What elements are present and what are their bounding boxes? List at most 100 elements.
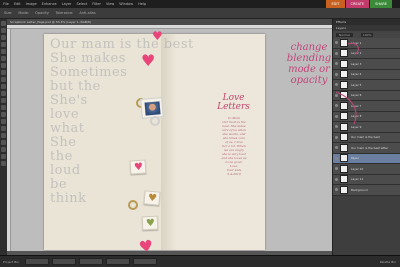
menu-file[interactable]: File bbox=[3, 0, 9, 8]
photo-editor-window: File Edit Image Enhance Layer Select Fil… bbox=[0, 0, 400, 267]
clone-stamp-tool-icon[interactable] bbox=[1, 119, 6, 124]
bin-thumbnail[interactable] bbox=[133, 258, 158, 265]
zoom-tool-icon[interactable] bbox=[1, 28, 6, 33]
layer-name: Our mam is the best bbox=[351, 135, 380, 140]
title-line-2: Letters bbox=[217, 102, 250, 112]
heart-icon: ♥ bbox=[133, 161, 144, 174]
typed-letter: To Mom Our mom is the best. She takes ca… bbox=[210, 116, 258, 176]
layer-thumbnail bbox=[340, 164, 348, 173]
blend-mode-select[interactable]: Normal bbox=[336, 32, 353, 37]
toolbox bbox=[0, 19, 7, 255]
option-opacity[interactable]: Opacity: bbox=[35, 11, 49, 15]
menu-bar: File Edit Image Enhance Layer Select Fil… bbox=[0, 0, 400, 8]
heart-tag: ♥ bbox=[141, 215, 159, 231]
option-mode[interactable]: Mode: bbox=[18, 11, 29, 15]
layer-name: Layer 10 bbox=[351, 166, 364, 171]
opacity-field[interactable]: 100% bbox=[360, 32, 374, 37]
layer-thumbnail bbox=[340, 185, 348, 194]
menu-window[interactable]: Window bbox=[119, 0, 133, 8]
bin-thumbnail[interactable] bbox=[25, 258, 50, 265]
layers-options-row: Normal 100% bbox=[333, 31, 400, 38]
pink-heart-icon: ♥ bbox=[141, 51, 156, 70]
paint-bucket-tool-icon[interactable] bbox=[1, 140, 6, 145]
option-tolerance[interactable]: Tolerance: bbox=[55, 11, 73, 15]
layer-row[interactable]: Layer 11 bbox=[333, 174, 400, 185]
option-anti-alias[interactable]: Anti-alias bbox=[79, 11, 95, 15]
menu-help[interactable]: Help bbox=[138, 0, 146, 8]
handwriting-line: Our mam is the best bbox=[50, 37, 194, 52]
visibility-eye-icon[interactable] bbox=[335, 156, 338, 160]
handwriting-line: be bbox=[50, 177, 68, 192]
tab-edit[interactable]: EDIT bbox=[326, 0, 345, 8]
handwriting-line: She bbox=[50, 135, 77, 150]
ruler-horizontal bbox=[7, 25, 332, 29]
lasso-tool-icon[interactable] bbox=[1, 56, 6, 61]
ring-embellishment bbox=[128, 200, 138, 210]
tab-share[interactable]: SHARE bbox=[370, 0, 392, 8]
layer-row[interactable]: Our mam is the best bbox=[333, 132, 400, 143]
layer-name: Background bbox=[351, 187, 368, 192]
layer-name: Our mam is the best letter bbox=[351, 145, 389, 150]
visibility-eye-icon[interactable] bbox=[335, 146, 338, 150]
cookie-cutter-tool-icon[interactable] bbox=[1, 91, 6, 96]
menu-enhance[interactable]: Enhance bbox=[42, 0, 57, 8]
bin-thumbnail[interactable] bbox=[52, 258, 77, 265]
marquee-tool-icon[interactable] bbox=[1, 49, 6, 54]
heart-icon: ♥ bbox=[147, 192, 158, 205]
bin-thumbnail[interactable] bbox=[79, 258, 104, 265]
menu-edit[interactable]: Edit bbox=[14, 0, 21, 8]
love-letters-title: Love Letters bbox=[206, 94, 261, 112]
hand-tool-icon[interactable] bbox=[1, 35, 6, 40]
annotation-text: change blending mode or opacity bbox=[278, 42, 340, 86]
palette-bin-label[interactable]: Palette Bin bbox=[380, 260, 396, 264]
visibility-eye-icon[interactable] bbox=[335, 177, 338, 181]
healing-brush-tool-icon[interactable] bbox=[1, 112, 6, 117]
handwriting-line: but the bbox=[50, 79, 101, 94]
menu-filter[interactable]: Filter bbox=[92, 0, 101, 8]
pink-heart-icon: ♥ bbox=[152, 29, 163, 43]
type-tool-icon[interactable] bbox=[1, 77, 6, 82]
tool-options-bar: Size: Mode: Opacity: Tolerance: Anti-ali… bbox=[0, 8, 400, 19]
project-bin-label[interactable]: Project Bin bbox=[3, 260, 19, 264]
visibility-eye-icon[interactable] bbox=[335, 135, 338, 139]
layer-row[interactable]: Layer 10 bbox=[333, 164, 400, 175]
shape-tool-icon[interactable] bbox=[1, 154, 6, 159]
red-eye-tool-icon[interactable] bbox=[1, 105, 6, 110]
tab-create[interactable]: CREATE bbox=[345, 0, 370, 8]
move-tool-icon[interactable] bbox=[1, 21, 6, 26]
layer-row[interactable]: Background bbox=[333, 185, 400, 196]
layer-thumbnail bbox=[340, 143, 348, 152]
heart-tag: ♥ bbox=[129, 159, 147, 175]
layer-row[interactable]: Paper bbox=[333, 153, 400, 164]
annotation-line: mode or bbox=[288, 64, 330, 75]
menu-select[interactable]: Select bbox=[76, 0, 87, 8]
eraser-tool-icon[interactable] bbox=[1, 126, 6, 131]
layer-row[interactable]: Our mam is the best letter bbox=[333, 143, 400, 154]
letter-line: 5-4-2010 bbox=[227, 172, 241, 176]
layer-thumbnail bbox=[340, 175, 348, 184]
eyedropper-tool-icon[interactable] bbox=[1, 42, 6, 47]
bin-thumbnail[interactable] bbox=[106, 258, 131, 265]
gradient-tool-icon[interactable] bbox=[1, 147, 6, 152]
crop-tool-icon[interactable] bbox=[1, 84, 6, 89]
annotation-line: blending bbox=[286, 53, 332, 64]
visibility-eye-icon[interactable] bbox=[335, 167, 338, 171]
menu-layer[interactable]: Layer bbox=[62, 0, 72, 8]
option-size[interactable]: Size: bbox=[4, 11, 12, 15]
layer-name: Paper bbox=[351, 156, 359, 161]
magic-wand-tool-icon[interactable] bbox=[1, 63, 6, 68]
brush-tool-icon[interactable] bbox=[1, 133, 6, 138]
menu-view[interactable]: View bbox=[106, 0, 114, 8]
heart-tag: ♥ bbox=[143, 190, 161, 206]
button-embellishment bbox=[150, 116, 160, 126]
visibility-eye-icon[interactable] bbox=[335, 188, 338, 192]
menu-image[interactable]: Image bbox=[26, 0, 37, 8]
straighten-tool-icon[interactable] bbox=[1, 98, 6, 103]
scrapbook-page[interactable]: Our mam is the best She makes Sometimes … bbox=[44, 29, 265, 255]
mode-tabs: EDIT CREATE SHARE bbox=[325, 0, 392, 8]
quick-select-tool-icon[interactable] bbox=[1, 70, 6, 75]
child-photo bbox=[144, 101, 161, 116]
annotation-line: opacity bbox=[290, 75, 328, 86]
color-swatch-icon[interactable] bbox=[1, 161, 6, 166]
layer-name: Layer 11 bbox=[351, 177, 364, 182]
